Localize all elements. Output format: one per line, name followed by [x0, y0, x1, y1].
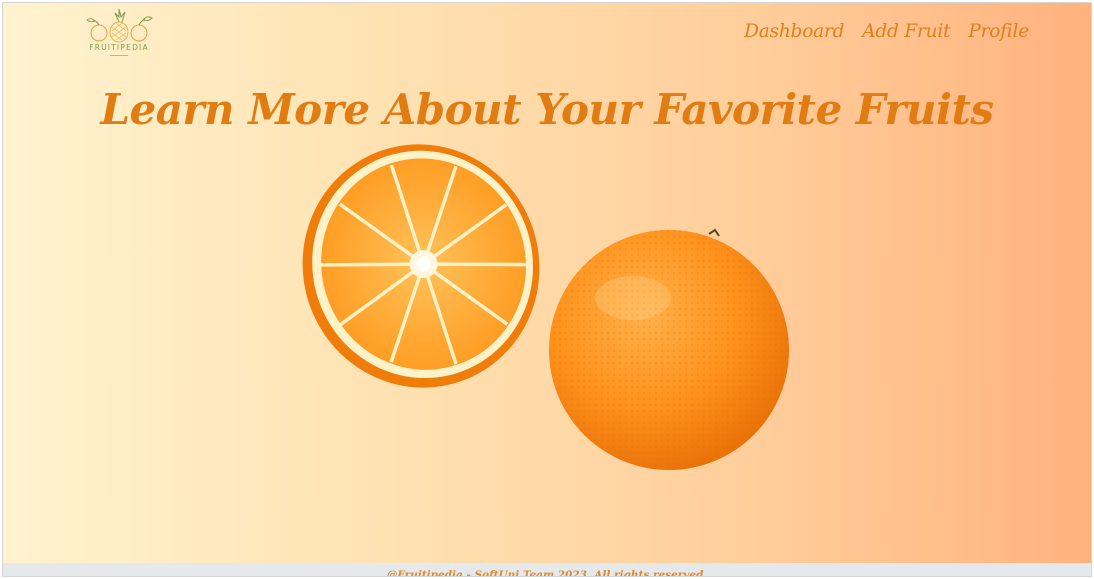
fruit-logo-icon: [86, 8, 153, 43]
logo-underline: [110, 55, 128, 56]
footer-copyright: @Fruitipedia - SoftUni Team 2023. All ri…: [386, 569, 708, 577]
page-footer: @Fruitipedia - SoftUni Team 2023. All ri…: [3, 563, 1091, 577]
half-orange: [302, 144, 540, 388]
hero-headline: Learn More About Your Favorite Fruits: [100, 85, 994, 134]
brand-logo[interactable]: FRUITIPEDIA: [79, 7, 159, 61]
main-nav: Dashboard Add Fruit Profile: [744, 21, 1029, 42]
whole-orange: [549, 228, 789, 470]
logo-text: FRUITIPEDIA: [89, 43, 149, 52]
nav-dashboard-link[interactable]: Dashboard: [744, 21, 844, 42]
browser-viewport: FRUITIPEDIA Dashboard Add Fruit Profile …: [2, 2, 1092, 577]
nav-profile-link[interactable]: Profile: [968, 21, 1029, 42]
orange-fruits-image: [302, 144, 789, 470]
nav-add-fruit-link[interactable]: Add Fruit: [862, 21, 950, 42]
home-page: FRUITIPEDIA Dashboard Add Fruit Profile …: [3, 3, 1091, 563]
